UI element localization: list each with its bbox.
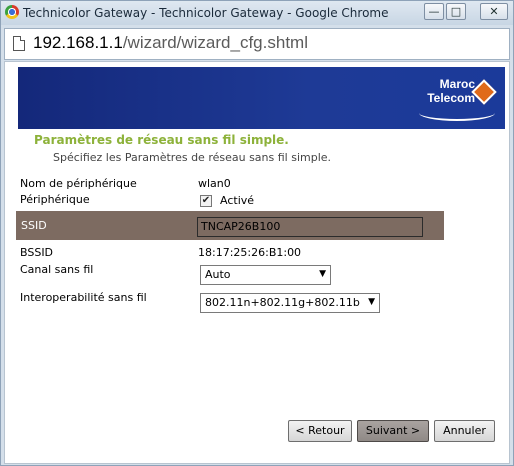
logo-mark-icon	[471, 79, 497, 105]
ssid-row: SSID TNCAP26B100	[16, 211, 444, 240]
device-enabled-checkbox[interactable]: ✔	[200, 195, 212, 207]
chrome-icon	[5, 5, 19, 19]
header-banner: Maroc Telecom	[18, 67, 505, 129]
page-content: Maroc Telecom Paramètres de réseau sans …	[4, 61, 510, 464]
logo-swoosh-icon	[419, 105, 495, 121]
address-bar[interactable]: 192.168.1.1/wizard/wizard_cfg.shtml	[4, 28, 510, 60]
interop-select-value: 802.11n+802.11g+802.11b	[205, 296, 360, 309]
interop-label: Interoperabilité sans fil	[20, 291, 147, 304]
channel-select-value: Auto	[205, 268, 231, 281]
device-enabled-label: Activé	[220, 194, 255, 207]
url-text[interactable]: 192.168.1.1/wizard/wizard_cfg.shtml	[33, 33, 308, 53]
device-label: Périphérique	[20, 193, 90, 206]
title-bar: Technicolor Gateway - Technicolor Gatewa…	[1, 1, 513, 25]
maroc-telecom-logo: Maroc Telecom	[417, 73, 497, 123]
cancel-button[interactable]: Annuler	[434, 420, 495, 442]
device-name-label: Nom de périphérique	[20, 177, 137, 190]
ssid-label: SSID	[21, 219, 47, 232]
chevron-down-icon: ▼	[368, 297, 375, 307]
logo-text: Maroc Telecom	[427, 77, 475, 105]
url-host: 192.168.1.1	[33, 33, 123, 52]
ssid-input[interactable]: TNCAP26B100	[197, 217, 423, 237]
channel-select[interactable]: Auto ▼	[200, 265, 331, 285]
back-button[interactable]: < Retour	[288, 420, 352, 442]
section-title: Paramètres de réseau sans fil simple.	[34, 133, 289, 147]
logo-line-2: Telecom	[427, 91, 475, 105]
next-button[interactable]: Suivant >	[357, 420, 429, 442]
page-icon	[13, 36, 25, 51]
interop-select[interactable]: 802.11n+802.11g+802.11b ▼	[200, 293, 380, 313]
bssid-value: 18:17:25:26:B1:00	[198, 246, 302, 259]
close-button[interactable]: ✕	[480, 3, 508, 20]
chevron-down-icon: ▼	[319, 269, 326, 279]
channel-label: Canal sans fil	[20, 263, 94, 276]
window-title: Technicolor Gateway - Technicolor Gatewa…	[23, 6, 389, 20]
device-name-value: wlan0	[198, 177, 231, 190]
url-path: /wizard/wizard_cfg.shtml	[122, 33, 308, 52]
browser-window: Technicolor Gateway - Technicolor Gatewa…	[0, 0, 514, 466]
logo-line-1: Maroc	[439, 77, 475, 91]
maximize-button[interactable]: □	[446, 3, 466, 20]
bssid-label: BSSID	[20, 246, 54, 259]
minimize-button[interactable]: —	[424, 3, 444, 20]
section-subtitle: Spécifiez les Paramètres de réseau sans …	[53, 151, 332, 164]
